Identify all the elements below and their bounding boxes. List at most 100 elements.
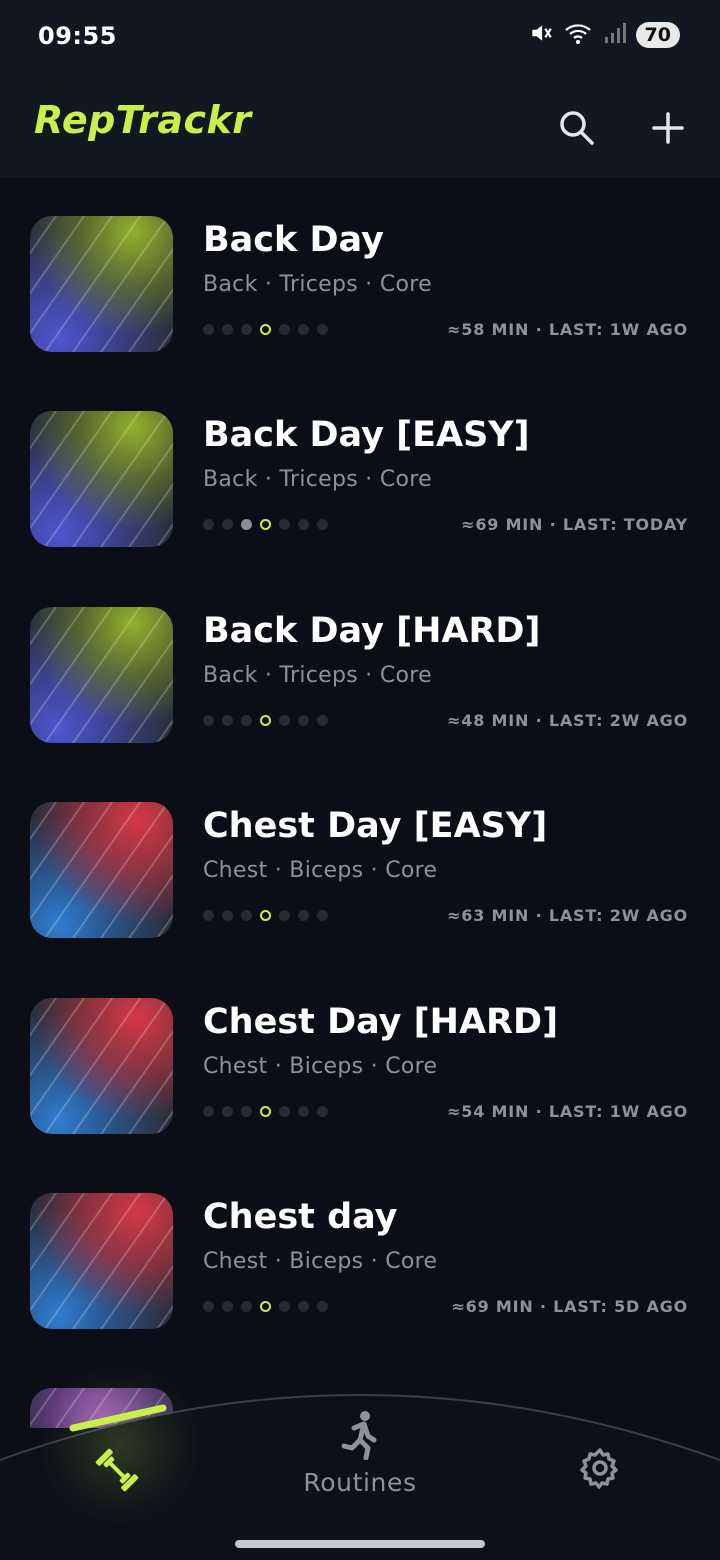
routine-item[interactable]: Back Day Back · Triceps · Core ≈58 MIN · L…: [0, 178, 720, 373]
search-button[interactable]: [549, 100, 605, 156]
routine-progress-dots: [203, 1301, 328, 1312]
routine-meta: ≈54 MIN · LAST: 1W AGO: [447, 1101, 688, 1121]
app-bar: RepTrackr: [0, 78, 720, 178]
status-bar: 09:55 70: [0, 0, 720, 78]
progress-dot: [317, 324, 328, 335]
tab-settings[interactable]: [578, 1446, 622, 1498]
routine-progress-dots: [203, 1105, 328, 1117]
progress-dot: [298, 910, 309, 922]
progress-dot: [279, 519, 290, 531]
progress-dot: [203, 519, 214, 531]
routine-meta: ≈63 MIN · LAST: 2W AGO: [447, 906, 688, 926]
routine-name: Back Day [HARD]: [203, 610, 541, 651]
routine-item[interactable]: Chest Day [EASY] Chest · Biceps · Core ≈63…: [0, 764, 720, 959]
progress-dot: [298, 1105, 309, 1117]
bottom-nav: Routines: [0, 1360, 720, 1560]
progress-dot: [298, 324, 309, 335]
progress-dot: [222, 910, 233, 922]
routine-thumbnail: [30, 411, 173, 548]
routine-muscles: Chest · Biceps · Core: [203, 1249, 438, 1274]
routine-meta: ≈69 MIN · LAST: 5D AGO: [451, 1297, 688, 1316]
routine-list: Back Day Back · Triceps · Core ≈58 MIN · L…: [0, 178, 720, 1428]
routine-muscles: Chest · Biceps · Core: [203, 1053, 438, 1079]
search-icon: [560, 111, 594, 145]
progress-dot: [279, 714, 290, 726]
status-icons: 70: [528, 20, 680, 50]
routine-name: Back Day [EASY]: [203, 415, 530, 456]
progress-dot: [241, 324, 252, 335]
progress-dot: [298, 714, 309, 726]
progress-dot: [260, 1301, 271, 1312]
progress-dot: [241, 1301, 252, 1312]
progress-dot: [298, 1301, 309, 1312]
routine-item[interactable]: Chest Day [HARD] Chest · Biceps · Core ≈54…: [0, 960, 720, 1155]
progress-dot: [279, 1301, 290, 1312]
routine-progress-dots: [203, 910, 328, 922]
routine-item[interactable]: Chest day Chest · Biceps · Core ≈69 MIN · …: [0, 1155, 720, 1350]
mute-icon: [528, 20, 554, 50]
progress-dot: [260, 519, 271, 531]
progress-dot: [317, 1105, 328, 1117]
routine-progress-dots: [203, 324, 328, 335]
signal-icon: [604, 21, 626, 49]
routine-progress-dots: [203, 714, 328, 726]
battery-indicator: 70: [635, 22, 680, 48]
progress-dot: [317, 1301, 328, 1312]
routine-thumbnail: [30, 802, 173, 939]
routine-progress-dots: [203, 519, 328, 531]
dumbbell-icon: [95, 1448, 139, 1492]
status-time: 09:55: [38, 22, 117, 50]
routine-item[interactable]: Back Day [HARD] Back · Triceps · Core ≈48 …: [0, 569, 720, 764]
progress-dot: [317, 714, 328, 726]
active-tab-indicator: [69, 1404, 167, 1432]
progress-dot: [203, 714, 214, 726]
progress-dot: [260, 910, 271, 922]
home-indicator: [235, 1540, 485, 1548]
progress-dot: [203, 1105, 214, 1117]
add-routine-button[interactable]: [640, 100, 696, 156]
running-person-icon: [341, 1411, 377, 1460]
progress-dot: [317, 519, 328, 531]
wifi-icon: [564, 20, 594, 50]
routine-meta: ≈69 MIN · LAST: TODAY: [461, 515, 688, 535]
routine-muscles: Back · Triceps · Core: [203, 662, 433, 688]
routine-meta: ≈48 MIN · LAST: 2W AGO: [447, 710, 688, 730]
tab-routines[interactable]: Routines: [300, 1410, 420, 1497]
routine-thumbnail: [30, 1193, 173, 1329]
progress-dot: [222, 1105, 233, 1117]
routine-name: Chest Day [HARD]: [203, 1001, 559, 1042]
progress-dot: [260, 714, 271, 726]
routine-item[interactable]: Back Day [EASY] Back · Triceps · Core ≈69 …: [0, 373, 720, 568]
progress-dot: [279, 324, 290, 335]
routine-thumbnail: [30, 606, 173, 743]
routine-thumbnail: [30, 216, 173, 352]
gear-icon: [580, 1448, 618, 1489]
progress-dot: [317, 910, 328, 922]
progress-dot: [260, 1105, 271, 1117]
progress-dot: [241, 714, 252, 726]
routine-name: Chest day: [203, 1197, 398, 1237]
progress-dot: [203, 324, 214, 335]
progress-dot: [260, 324, 271, 335]
progress-dot: [241, 910, 252, 922]
routine-name: Chest Day [EASY]: [203, 806, 548, 847]
progress-dot: [298, 519, 309, 531]
progress-dot: [222, 324, 233, 335]
routine-muscles: Back · Triceps · Core: [203, 272, 433, 297]
progress-dot: [241, 519, 252, 531]
plus-icon: [652, 112, 684, 144]
progress-dot: [222, 519, 233, 531]
routine-muscles: Chest · Biceps · Core: [203, 858, 438, 884]
routine-name: Back Day: [203, 220, 384, 260]
progress-dot: [222, 1301, 233, 1312]
progress-dot: [222, 714, 233, 726]
app-title: RepTrackr: [34, 98, 252, 142]
routine-thumbnail: [30, 997, 173, 1134]
progress-dot: [203, 1301, 214, 1312]
progress-dot: [279, 1105, 290, 1117]
tab-routines-label: Routines: [303, 1468, 417, 1497]
tab-workout[interactable]: [92, 1445, 142, 1503]
progress-dot: [241, 1105, 252, 1117]
progress-dot: [203, 910, 214, 922]
progress-dot: [279, 910, 290, 922]
